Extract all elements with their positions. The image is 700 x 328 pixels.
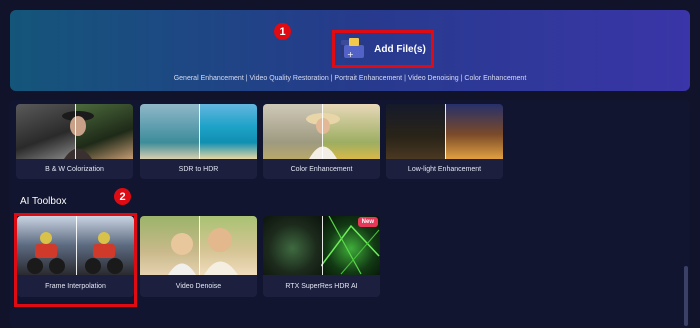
color-enhancement-thumbnail [263, 104, 380, 159]
add-files-label: Add File(s) [374, 43, 426, 55]
card-bw-colorization[interactable]: B & W Colorization [16, 104, 133, 179]
scrollbar[interactable] [684, 266, 688, 326]
video-denoise-thumbnail [140, 216, 257, 275]
card-rtx-superres[interactable]: New RTX SuperRes HDR AI [263, 216, 380, 297]
card-label: Color Enhancement [290, 165, 353, 173]
card-sdr-to-hdr[interactable]: SDR to HDR [140, 104, 257, 179]
step-marker-1: 1 [274, 23, 291, 40]
card-label: B & W Colorization [45, 165, 104, 173]
sdr-to-hdr-thumbnail [140, 104, 257, 159]
rtx-superres-thumbnail: New [263, 216, 380, 275]
card-label: Low-light Enhancement [407, 165, 482, 173]
low-light-thumbnail [386, 104, 503, 159]
card-video-denoise[interactable]: Video Denoise [140, 216, 257, 297]
folder-icon: + [340, 38, 366, 60]
svg-text:+: + [347, 50, 354, 59]
bw-colorization-thumbnail [16, 104, 133, 159]
card-color-enhancement[interactable]: Color Enhancement [263, 104, 380, 179]
ai-toolbox-title: AI Toolbox [20, 196, 67, 207]
frame-interpolation-thumbnail [17, 216, 134, 275]
new-badge: New [357, 217, 378, 227]
card-label: Frame Interpolation [45, 282, 106, 290]
card-label: Video Denoise [175, 282, 222, 290]
card-label: SDR to HDR [178, 165, 219, 173]
card-label: RTX SuperRes HDR AI [285, 282, 358, 290]
add-files-banner[interactable]: + Add File(s) General Enhancement | Vide… [10, 10, 690, 91]
feature-list: General Enhancement | Video Quality Rest… [173, 75, 527, 82]
add-files-button[interactable]: + Add File(s) [332, 30, 434, 68]
step-marker-2: 2 [114, 188, 131, 205]
card-low-light-enhancement[interactable]: Low-light Enhancement [386, 104, 503, 179]
card-frame-interpolation[interactable]: Frame Interpolation [17, 216, 134, 297]
